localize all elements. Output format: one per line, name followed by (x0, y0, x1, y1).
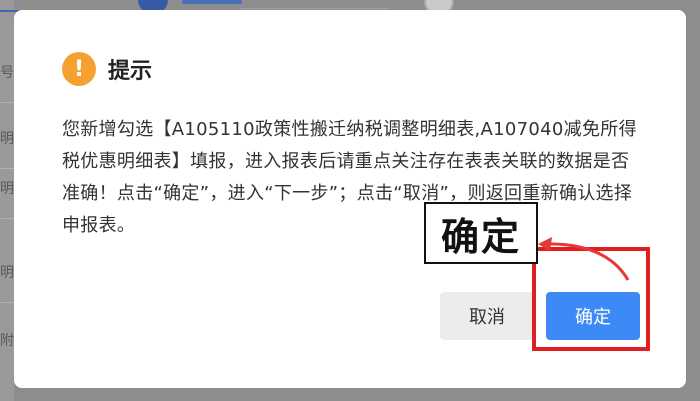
dialog-header: ! 提示 (62, 52, 152, 86)
dialog-title: 提示 (108, 59, 153, 84)
background-page-edge: 号 明 明 明 附 (0, 0, 14, 401)
cancel-button[interactable]: 取消 (440, 292, 534, 340)
background-edge-text: 明 (0, 131, 14, 147)
dialog-message: 您新增勾选【A105110政策性搬迁纳税调整明细表,A107040减免所得税优惠… (62, 119, 637, 236)
background-divider (0, 168, 14, 169)
background-edge-text: 号 (0, 65, 14, 81)
background-step-connector (240, 8, 390, 9)
background-divider (0, 102, 14, 103)
background-edge-text: 明 (0, 265, 14, 281)
callout-arrow-icon (538, 237, 630, 281)
background-step-label (182, 0, 242, 4)
background-divider (0, 218, 14, 219)
background-divider (0, 302, 14, 303)
warning-icon: ! (62, 52, 96, 86)
background-edge-text: 明 (0, 181, 14, 197)
background-edge-text: 附 (0, 333, 14, 349)
callout-label: 确定 (424, 202, 538, 264)
